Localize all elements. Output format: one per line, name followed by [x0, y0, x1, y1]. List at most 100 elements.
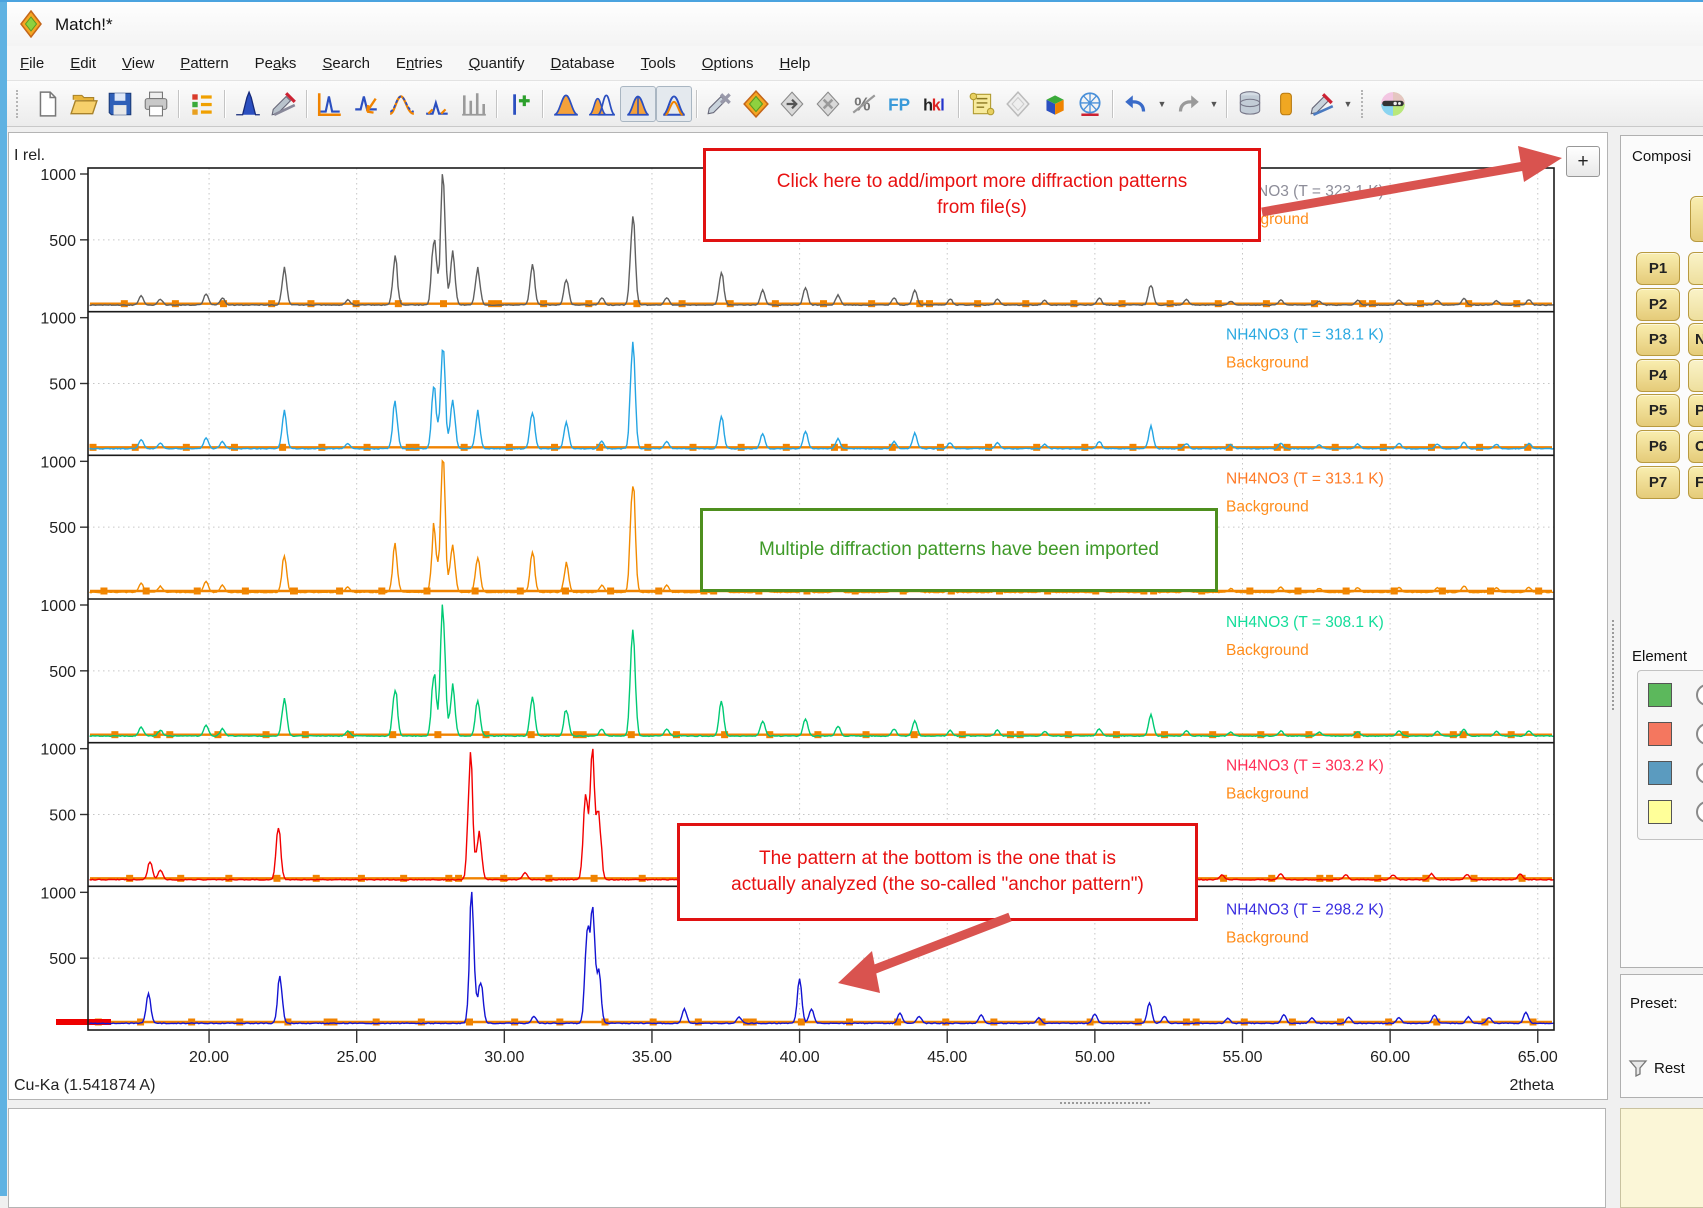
entry-arrow-diamond-icon[interactable]	[774, 86, 810, 122]
element-color-swatch-4[interactable]	[1648, 800, 1672, 824]
structure-wheel-icon[interactable]	[1072, 86, 1108, 122]
open-file-icon[interactable]	[66, 86, 102, 122]
menu-item-edit[interactable]: Edit	[57, 49, 109, 78]
element-button-3[interactable]: N	[1688, 323, 1703, 356]
report-scroll-icon[interactable]	[964, 86, 1000, 122]
profile-peak-boxed-a-icon[interactable]	[620, 86, 656, 122]
unit-cell-cube-icon[interactable]	[1036, 86, 1072, 122]
element-button-2[interactable]	[1688, 288, 1703, 321]
database-column-icon[interactable]	[1268, 86, 1304, 122]
menu-item-help[interactable]: Help	[766, 49, 823, 78]
zoom-region-peak-icon[interactable]	[348, 86, 384, 122]
vertical-splitter-handle[interactable]	[1612, 620, 1618, 710]
background-marker	[100, 588, 107, 595]
element-button-5[interactable]: P	[1688, 394, 1703, 427]
settings-dropdown-icon[interactable]: ▼	[1340, 86, 1356, 122]
pattern-button-p1[interactable]: P1	[1636, 252, 1680, 285]
element-button-7[interactable]: F	[1688, 466, 1703, 499]
pattern-button-p6[interactable]: P6	[1636, 430, 1680, 463]
menu-item-tools[interactable]: Tools	[628, 49, 689, 78]
element-color-swatch-2[interactable]	[1648, 722, 1672, 746]
background-marker	[511, 1019, 518, 1026]
database-manager-icon[interactable]	[1232, 86, 1268, 122]
hkl-label-icon[interactable]: hkl	[918, 86, 954, 122]
toolbar-grip	[1361, 90, 1370, 118]
background-marker	[695, 1019, 702, 1026]
element-radio-3[interactable]	[1696, 762, 1703, 784]
menu-item-peaks[interactable]: Peaks	[242, 49, 310, 78]
x-tick-label: 30.00	[484, 1049, 524, 1066]
menu-item-file[interactable]: File	[7, 49, 57, 78]
element-color-swatch-1[interactable]	[1648, 683, 1672, 707]
settings-tools-icon[interactable]	[1304, 86, 1340, 122]
profile-peak-boxed-b-icon[interactable]	[656, 86, 692, 122]
pattern-button-p2[interactable]: P2	[1636, 288, 1680, 321]
print-icon[interactable]	[138, 86, 174, 122]
x-tick-label: 60.00	[1370, 1049, 1410, 1066]
menu-item-options[interactable]: Options	[689, 49, 767, 78]
y-tick-label-1000: 1000	[40, 311, 76, 328]
color-scheme-globe-icon[interactable]	[1375, 86, 1411, 122]
smooth-data-peak-icon[interactable]	[384, 86, 420, 122]
element-radio-2[interactable]	[1696, 723, 1703, 745]
element-radio-1[interactable]	[1696, 684, 1703, 706]
menu-bar: FileEditViewPatternPeaksSearchEntriesQua…	[7, 46, 1703, 81]
restraints-row[interactable]: Rest	[1628, 1058, 1685, 1078]
menu-item-pattern[interactable]: Pattern	[167, 49, 241, 78]
element-radio-4[interactable]	[1696, 801, 1703, 823]
background-marker	[750, 1019, 757, 1026]
save-file-icon[interactable]	[102, 86, 138, 122]
raw-bars-icon[interactable]	[456, 86, 492, 122]
fp-label-icon[interactable]: FP	[882, 86, 918, 122]
background-marker	[1215, 300, 1222, 307]
add-pattern-button[interactable]: +	[1566, 146, 1600, 177]
background-marker	[1513, 300, 1520, 307]
menu-item-view[interactable]: View	[109, 49, 167, 78]
background-marker	[1193, 1019, 1200, 1026]
zoom-fit-peak-icon[interactable]	[312, 86, 348, 122]
element-button-1[interactable]	[1688, 252, 1703, 285]
element-button-4[interactable]	[1688, 359, 1703, 392]
subtract-peaks-icon[interactable]	[420, 86, 456, 122]
profile-peak-orange-icon[interactable]	[548, 86, 584, 122]
y-axis-label: I rel.	[14, 147, 45, 164]
menu-item-quantify[interactable]: Quantify	[456, 49, 538, 78]
pattern-button-p5[interactable]: P5	[1636, 394, 1680, 427]
composition-top-button[interactable]: 1	[1690, 196, 1703, 242]
background-marker	[242, 588, 249, 595]
pattern-list-icon[interactable]	[184, 86, 220, 122]
new-file-icon[interactable]	[30, 86, 66, 122]
background-marker	[263, 731, 270, 738]
background-marker	[1332, 444, 1339, 451]
menu-item-entries[interactable]: Entries	[383, 49, 456, 78]
title-bar[interactable]: Match!*	[7, 2, 1703, 46]
entry-delete-diamond-icon[interactable]	[810, 86, 846, 122]
peak-edit-tools-icon[interactable]	[266, 86, 302, 122]
diffraction-pattern-chart[interactable]: 1000500NH4NO3 (T = 323.1 K)Background100…	[8, 132, 1614, 1100]
pattern-button-p7[interactable]: P7	[1636, 466, 1680, 499]
element-button-6[interactable]: C	[1688, 430, 1703, 463]
element-color-swatch-3[interactable]	[1648, 761, 1672, 785]
redo-dropdown-icon[interactable]: ▼	[1206, 86, 1222, 122]
background-marker	[90, 444, 97, 451]
peak-search-icon[interactable]	[230, 86, 266, 122]
quantify-percent-icon[interactable]: %	[846, 86, 882, 122]
undo-dropdown-icon[interactable]: ▼	[1154, 86, 1170, 122]
redo-icon[interactable]	[1170, 86, 1206, 122]
preview-diamond-icon[interactable]	[1000, 86, 1036, 122]
add-peak-icon[interactable]	[502, 86, 538, 122]
background-marker	[495, 300, 502, 307]
background-marker	[1017, 731, 1024, 738]
analyze-diamond-icon[interactable]	[738, 86, 774, 122]
undo-icon[interactable]	[1118, 86, 1154, 122]
pattern-button-p3[interactable]: P3	[1636, 323, 1680, 356]
retrieval-tools-icon[interactable]	[702, 86, 738, 122]
background-marker	[1268, 875, 1275, 882]
pattern-button-p4[interactable]: P4	[1636, 359, 1680, 392]
background-marker	[556, 1019, 563, 1026]
menu-item-database[interactable]: Database	[538, 49, 628, 78]
preset-label: Preset:	[1630, 995, 1678, 1012]
background-marker	[291, 588, 298, 595]
profile-peak-double-icon[interactable]	[584, 86, 620, 122]
menu-item-search[interactable]: Search	[309, 49, 383, 78]
